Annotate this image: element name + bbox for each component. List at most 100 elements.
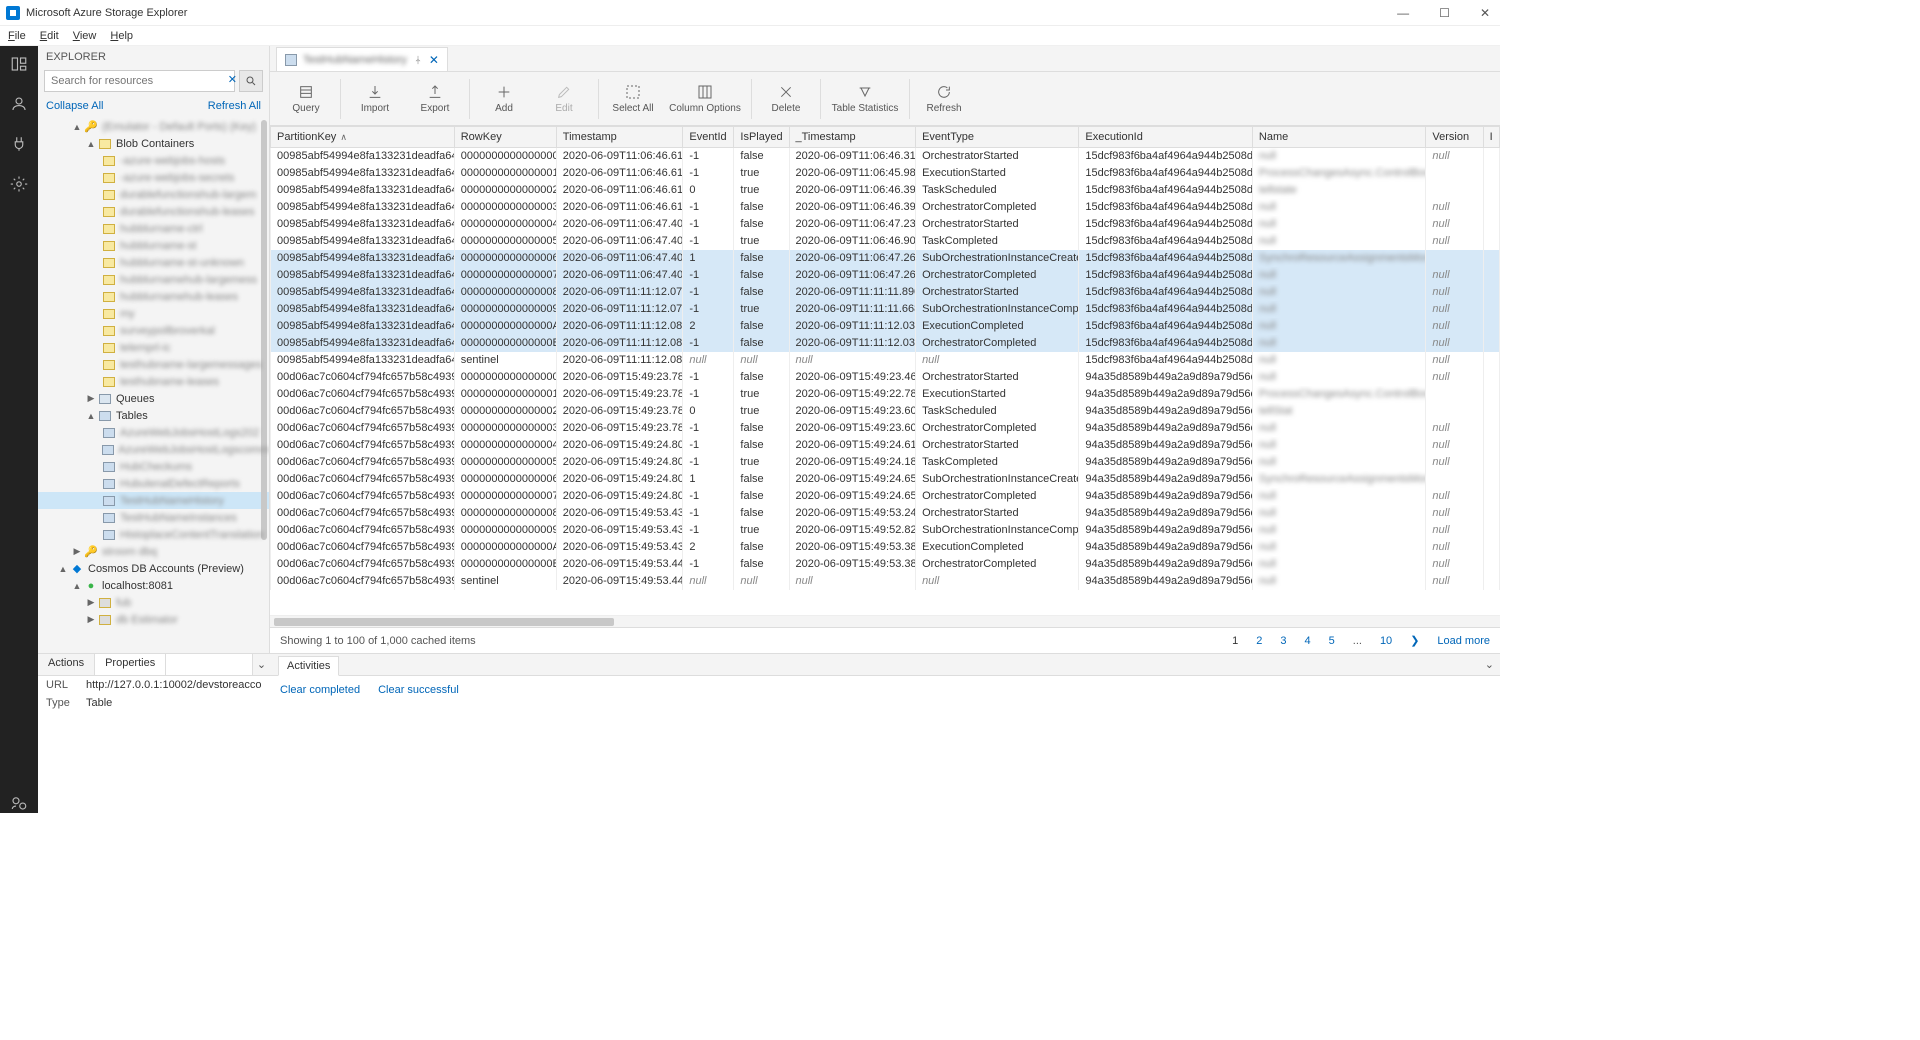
table-row[interactable]: 00d06ac7c0604cf794fc657b58c4939600000000…: [271, 437, 1500, 454]
tree-blob-containers[interactable]: ▲Blob Containers: [38, 135, 269, 152]
search-button[interactable]: [239, 70, 263, 92]
tree-table-item[interactable]: HubCheckums: [38, 458, 269, 475]
explorer-icon[interactable]: [9, 54, 29, 74]
editor-tab[interactable]: TestHubNameHistory ✕: [276, 47, 448, 71]
clear-completed-link[interactable]: Clear completed: [280, 684, 360, 696]
tree-blob-item[interactable]: hubblurnamehub-leases: [38, 288, 269, 305]
tree-table-item[interactable]: HubulenalDefectReports: [38, 475, 269, 492]
page-1[interactable]: 1: [1232, 635, 1238, 647]
tab-properties[interactable]: Properties: [95, 654, 166, 675]
column-options-button[interactable]: Column Options: [665, 75, 745, 123]
table-row[interactable]: 00985abf54994e8fa133231deadfa64200000000…: [271, 233, 1500, 250]
col-EventId[interactable]: EventId: [683, 127, 734, 148]
tree-cosmos-item[interactable]: ▶db Estimator: [38, 611, 269, 628]
col-Version[interactable]: Version: [1426, 127, 1483, 148]
table-row[interactable]: 00985abf54994e8fa133231deadfa64200000000…: [271, 267, 1500, 284]
table-row[interactable]: 00d06ac7c0604cf794fc657b58c4939600000000…: [271, 488, 1500, 505]
menu-help[interactable]: Help: [110, 30, 133, 42]
tree-table-item[interactable]: AzureWebJobsHostLogs202: [38, 424, 269, 441]
tree-blob-item[interactable]: hubblurname-ctrl: [38, 220, 269, 237]
data-grid[interactable]: PartitionKey∧RowKeyTimestampEventIdIsPla…: [270, 126, 1500, 615]
col-RowKey[interactable]: RowKey: [454, 127, 556, 148]
tree-cosmos[interactable]: ▲◆Cosmos DB Accounts (Preview): [38, 560, 269, 577]
page-3[interactable]: 3: [1280, 635, 1286, 647]
select-all-button[interactable]: Select All: [605, 75, 661, 123]
table-row[interactable]: 00d06ac7c0604cf794fc657b58c4939600000000…: [271, 556, 1500, 573]
col-IsPlayed[interactable]: IsPlayed: [734, 127, 789, 148]
page-next[interactable]: ❯: [1410, 634, 1419, 647]
grid-h-scrollbar[interactable]: [270, 615, 1500, 627]
table-row[interactable]: 00985abf54994e8fa133231deadfa64200000000…: [271, 301, 1500, 318]
table-row[interactable]: 00d06ac7c0604cf794fc657b58c4939600000000…: [271, 403, 1500, 420]
tree-scrollbar[interactable]: [261, 120, 267, 540]
tree-account[interactable]: ▶🔑stroom dbq: [38, 543, 269, 560]
col-_Timestamp[interactable]: _Timestamp: [789, 127, 916, 148]
tree-table-item[interactable]: TestHubNameInstances: [38, 509, 269, 526]
clear-successful-link[interactable]: Clear successful: [378, 684, 459, 696]
table-row[interactable]: 00985abf54994e8fa133231deadfa64200000000…: [271, 284, 1500, 301]
table-row[interactable]: 00d06ac7c0604cf794fc657b58c4939600000000…: [271, 522, 1500, 539]
table-row[interactable]: 00d06ac7c0604cf794fc657b58c4939600000000…: [271, 539, 1500, 556]
minimize-button[interactable]: —: [1393, 4, 1413, 22]
tree-cosmos-host[interactable]: ▲●localhost:8081: [38, 577, 269, 594]
tree-blob-item[interactable]: surveypollbroverkal: [38, 322, 269, 339]
refresh-button[interactable]: Refresh: [916, 75, 972, 123]
connect-icon[interactable]: [9, 134, 29, 154]
page-5[interactable]: 5: [1329, 635, 1335, 647]
table-row[interactable]: 00d06ac7c0604cf794fc657b58c49396sentinel…: [271, 573, 1500, 590]
table-row[interactable]: 00985abf54994e8fa133231deadfa64200000000…: [271, 318, 1500, 335]
tree-blob-item[interactable]: testhubname-largemessages: [38, 356, 269, 373]
table-row[interactable]: 00985abf54994e8fa133231deadfa642sentinel…: [271, 352, 1500, 369]
tree-blob-item[interactable]: -azure-webjobs-hosts: [38, 152, 269, 169]
tree-blob-item[interactable]: hubblurname-st-unknown: [38, 254, 269, 271]
tree-tables[interactable]: ▲Tables: [38, 407, 269, 424]
col-ExecutionId[interactable]: ExecutionId: [1079, 127, 1253, 148]
tree-table-item[interactable]: AzureWebJobsHostLogscomm: [38, 441, 269, 458]
tree-blob-item[interactable]: testhubname-leases: [38, 373, 269, 390]
tab-actions[interactable]: Actions: [38, 654, 95, 675]
col-Name[interactable]: Name: [1252, 127, 1426, 148]
collapse-all-link[interactable]: Collapse All: [46, 100, 103, 112]
page-10[interactable]: 10: [1380, 635, 1392, 647]
feedback-icon[interactable]: [9, 793, 29, 813]
tree-blob-item[interactable]: durablefunctionshub-leases: [38, 203, 269, 220]
activities-collapse-icon[interactable]: ⌄: [1485, 658, 1494, 671]
tree-blob-item[interactable]: hubblurname-st: [38, 237, 269, 254]
refresh-all-link[interactable]: Refresh All: [208, 100, 261, 112]
col-PartitionKey[interactable]: PartitionKey∧: [271, 127, 455, 148]
tree-blob-item[interactable]: -azure-webjobs-secrets: [38, 169, 269, 186]
search-input[interactable]: [44, 70, 235, 92]
table-row[interactable]: 00d06ac7c0604cf794fc657b58c4939600000000…: [271, 505, 1500, 522]
tree-emulator[interactable]: ▲🔑(Emulator - Default Ports) (Key): [38, 118, 269, 135]
tree-blob-item[interactable]: durablefunctionshub-largem: [38, 186, 269, 203]
page-2[interactable]: 2: [1256, 635, 1262, 647]
tree-blob-item[interactable]: my: [38, 305, 269, 322]
col-Timestamp[interactable]: Timestamp: [556, 127, 683, 148]
import-button[interactable]: Import: [347, 75, 403, 123]
table-row[interactable]: 00d06ac7c0604cf794fc657b58c4939600000000…: [271, 369, 1500, 386]
table-statistics-button[interactable]: Table Statistics: [827, 75, 903, 123]
col-EventType[interactable]: EventType: [916, 127, 1079, 148]
table-row[interactable]: 00d06ac7c0604cf794fc657b58c4939600000000…: [271, 386, 1500, 403]
tree-blob-item[interactable]: telemprl-ic: [38, 339, 269, 356]
tree-cosmos-item[interactable]: ▶fub: [38, 594, 269, 611]
table-row[interactable]: 00985abf54994e8fa133231deadfa64200000000…: [271, 148, 1500, 165]
tree-table-selected[interactable]: TestHubNameHistory: [38, 492, 269, 509]
table-row[interactable]: 00985abf54994e8fa133231deadfa64200000000…: [271, 335, 1500, 352]
properties-dropdown[interactable]: ⌄: [252, 654, 270, 675]
tree-blob-item[interactable]: hubblurnamehub-largemess: [38, 271, 269, 288]
clear-search-icon[interactable]: ✕: [228, 73, 237, 86]
tree-queues[interactable]: ▶Queues: [38, 390, 269, 407]
load-more-link[interactable]: Load more: [1437, 635, 1490, 647]
close-window-button[interactable]: ✕: [1476, 4, 1494, 22]
table-row[interactable]: 00985abf54994e8fa133231deadfa64200000000…: [271, 182, 1500, 199]
close-tab-icon[interactable]: ✕: [429, 53, 439, 67]
delete-button[interactable]: Delete: [758, 75, 814, 123]
table-row[interactable]: 00d06ac7c0604cf794fc657b58c4939600000000…: [271, 471, 1500, 488]
tree-table-item[interactable]: HistoplaceContentTranslation: [38, 526, 269, 543]
table-row[interactable]: 00985abf54994e8fa133231deadfa64200000000…: [271, 165, 1500, 182]
col-I[interactable]: I: [1483, 127, 1499, 148]
table-row[interactable]: 00d06ac7c0604cf794fc657b58c4939600000000…: [271, 420, 1500, 437]
add-button[interactable]: Add: [476, 75, 532, 123]
maximize-button[interactable]: ☐: [1435, 4, 1454, 22]
